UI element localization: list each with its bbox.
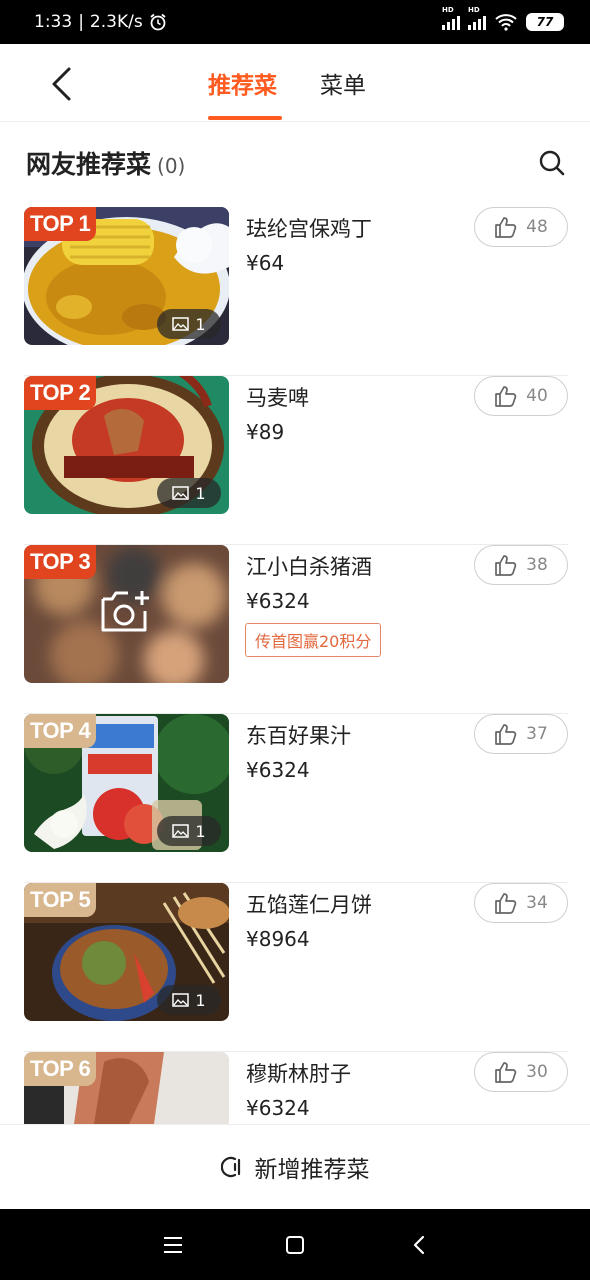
active-tab-indicator [208, 116, 282, 120]
dish-photo[interactable]: TOP 2 1 [24, 376, 229, 514]
image-count: 1 [195, 990, 206, 1010]
dish-price: ¥89 [246, 420, 285, 444]
image-icon [172, 993, 190, 1007]
list-item[interactable]: TOP 5 1 五馅莲仁月饼 ¥8964 34 [24, 883, 568, 1052]
dish-name: 东百好果汁 [246, 724, 351, 748]
alarm-icon [150, 13, 166, 31]
status-right: HD HD 77 [442, 6, 564, 31]
menu-nav-button[interactable] [158, 1231, 188, 1259]
back-button[interactable] [44, 64, 78, 104]
image-count: 1 [195, 821, 206, 841]
dish-list: TOP 1 1 珐纶宫保鸡丁 ¥64 48 TOP 2 1 马麦啤 ¥89 40… [24, 207, 568, 1221]
like-count: 40 [526, 386, 548, 406]
rank-badge: TOP 6 [24, 1052, 97, 1086]
add-dish-label: 新增推荐菜 [254, 1157, 370, 1183]
rank-badge: TOP 5 [24, 883, 97, 917]
status-separator: | [78, 12, 84, 32]
image-count-badge: 1 [157, 309, 221, 339]
like-button[interactable]: 30 [474, 1052, 568, 1092]
list-item[interactable]: TOP 4 1 东百好果汁 ¥6324 37 [24, 714, 568, 883]
like-count: 34 [526, 893, 548, 913]
image-count-badge: 1 [157, 478, 221, 508]
wifi-icon [495, 14, 517, 31]
dish-price: ¥6324 [246, 758, 310, 782]
thumbs-up-icon [495, 555, 517, 576]
dish-price: ¥6324 [246, 589, 310, 613]
list-item[interactable]: TOP 3 江小白杀猪酒 ¥6324 传首图赢20积分 38 [24, 545, 568, 714]
dish-photo[interactable]: TOP 1 1 [24, 207, 229, 345]
upload-photo-points-tag[interactable]: 传首图赢20积分 [245, 623, 382, 657]
status-left: 1:33 | 2.3K/s [34, 12, 167, 32]
list-item[interactable]: TOP 2 1 马麦啤 ¥89 40 [24, 376, 568, 545]
dish-price: ¥6324 [246, 1096, 310, 1120]
dish-price: ¥8964 [246, 927, 310, 951]
signal-icon: HD [468, 6, 486, 30]
dish-name: 珐纶宫保鸡丁 [246, 217, 372, 241]
image-icon [172, 317, 190, 331]
thumbs-up-icon [495, 724, 517, 745]
like-button[interactable]: 34 [474, 883, 568, 923]
thumbs-up-icon [495, 1062, 517, 1083]
dish-price: ¥64 [246, 251, 285, 275]
dish-name: 五馅莲仁月饼 [246, 893, 372, 917]
status-time: 1:33 [34, 12, 73, 32]
search-icon [539, 150, 565, 176]
menu-icon [164, 1237, 182, 1253]
thumbs-up-icon [495, 386, 517, 407]
add-dish-icon [220, 1156, 240, 1178]
chevron-left-icon [52, 67, 71, 101]
like-count: 37 [526, 724, 548, 744]
image-count-badge: 1 [157, 816, 221, 846]
dish-photo[interactable]: TOP 6 [24, 1052, 229, 1124]
dish-name: 穆斯林肘子 [246, 1062, 351, 1086]
search-button[interactable] [538, 149, 566, 177]
image-icon [172, 824, 190, 838]
dish-photo[interactable]: TOP 4 1 [24, 714, 229, 852]
section-header: 网友推荐菜 (0) [26, 145, 566, 185]
signal-icon: HD [442, 6, 460, 30]
battery-icon: 77 [526, 13, 564, 31]
rank-badge: TOP 1 [24, 207, 97, 241]
tab-menu[interactable]: 菜单 [320, 66, 366, 100]
like-count: 48 [526, 217, 548, 237]
thumbs-up-icon [495, 217, 517, 238]
dish-name: 江小白杀猪酒 [246, 555, 372, 579]
add-photo-icon [101, 591, 149, 632]
rank-badge: TOP 4 [24, 714, 97, 748]
status-speed: 2.3K/s [89, 12, 143, 32]
image-count: 1 [195, 483, 206, 503]
dish-photo[interactable]: TOP 5 1 [24, 883, 229, 1021]
like-count: 38 [526, 555, 548, 575]
rank-badge: TOP 2 [24, 376, 97, 410]
like-count: 30 [526, 1062, 548, 1082]
header: 推荐菜 菜单 [0, 44, 590, 122]
back-triangle-icon [413, 1235, 425, 1255]
dish-name: 马麦啤 [246, 386, 309, 410]
add-recommended-dish-button[interactable]: 新增推荐菜 [0, 1124, 590, 1209]
home-square-icon [286, 1236, 304, 1254]
tab-recommended-dishes[interactable]: 推荐菜 [208, 66, 277, 100]
image-count-badge: 1 [157, 985, 221, 1015]
image-count: 1 [195, 314, 206, 334]
system-nav-bar [0, 1209, 590, 1280]
status-bar: 1:33 | 2.3K/s HD HD 77 [0, 0, 590, 44]
like-button[interactable]: 37 [474, 714, 568, 754]
section-title: 网友推荐菜 [26, 150, 152, 179]
section-count: (0) [157, 154, 186, 178]
like-button[interactable]: 38 [474, 545, 568, 585]
list-item[interactable]: TOP 1 1 珐纶宫保鸡丁 ¥64 48 [24, 207, 568, 376]
image-icon [172, 486, 190, 500]
rank-badge: TOP 3 [24, 545, 97, 579]
thumbs-up-icon [495, 893, 517, 914]
home-nav-button[interactable] [280, 1231, 310, 1259]
like-button[interactable]: 40 [474, 376, 568, 416]
dish-photo-placeholder[interactable]: TOP 3 [24, 545, 229, 683]
like-button[interactable]: 48 [474, 207, 568, 247]
back-nav-button[interactable] [404, 1231, 434, 1259]
